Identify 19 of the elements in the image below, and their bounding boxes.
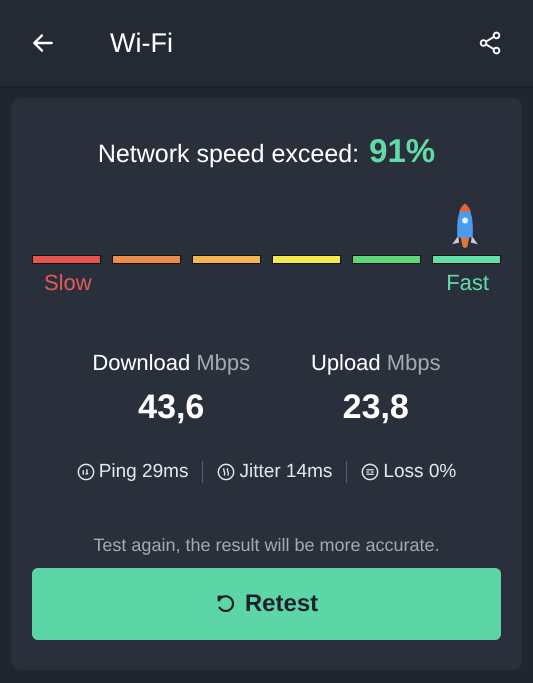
speed-label: Upload Mbps — [310, 350, 441, 376]
speed-label: Download Mbps — [92, 350, 250, 376]
speed-exceed-value: 91% — [369, 132, 436, 170]
slow-label: Slow — [44, 270, 92, 296]
metric-text: Loss 0% — [383, 461, 456, 483]
hint-text: Test again, the result will be more accurate. — [92, 535, 441, 556]
fast-label: Fast — [446, 270, 489, 296]
speed-value: 43,6 — [138, 388, 204, 427]
lines-icon — [361, 463, 380, 481]
wave-icon — [217, 463, 236, 481]
refresh-icon — [214, 593, 237, 615]
speed-value: 23,8 — [342, 388, 409, 427]
retest-button[interactable]: Retest — [32, 568, 501, 640]
share-icon[interactable] — [477, 30, 503, 56]
metric-text: Jitter 14ms — [239, 461, 332, 483]
ping-icon — [76, 463, 95, 481]
speed-exceed-label: Network speed exceed: — [98, 140, 360, 169]
metric-text: Ping 29ms — [98, 461, 188, 483]
screen-title: Wi-Fi — [110, 28, 174, 58]
